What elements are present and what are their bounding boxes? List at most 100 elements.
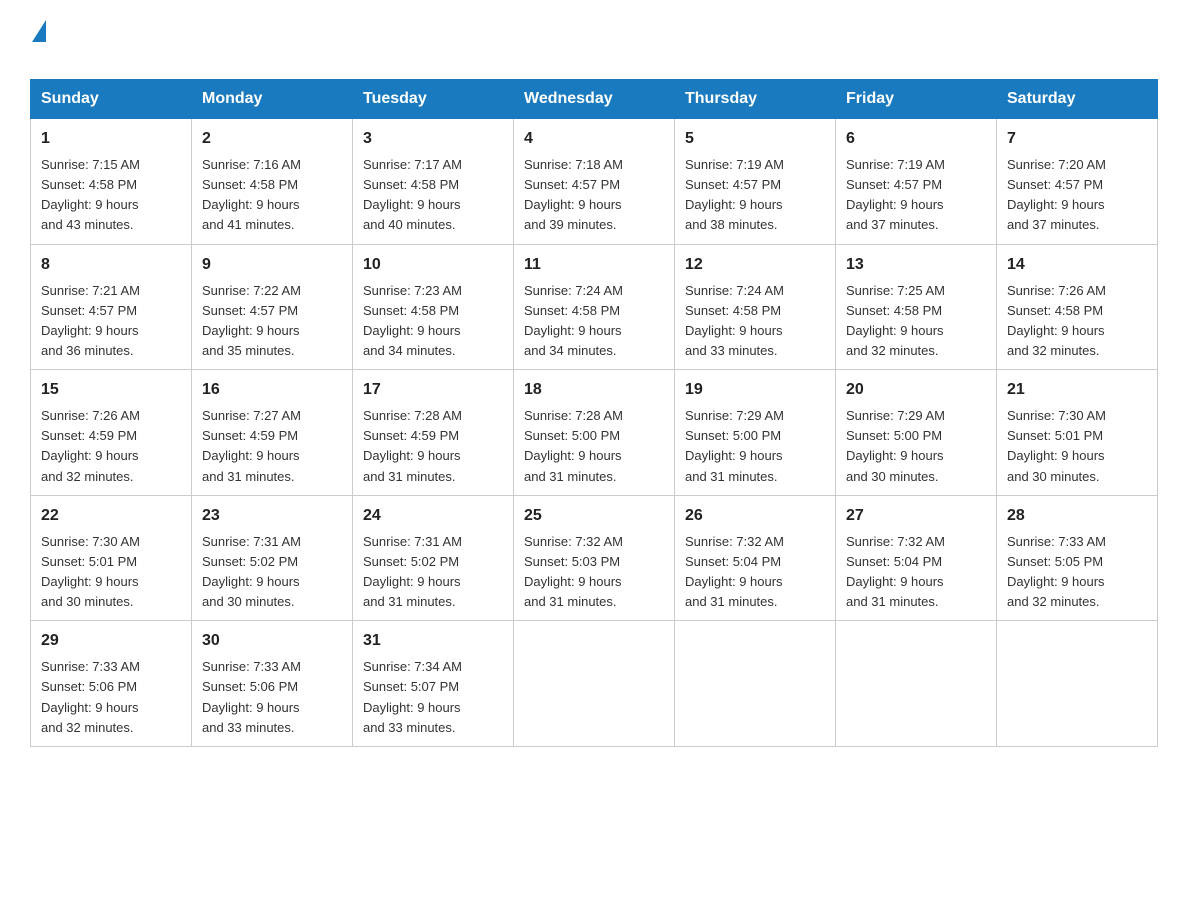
day-info: Sunrise: 7:27 AMSunset: 4:59 PMDaylight:… — [202, 406, 342, 487]
day-info: Sunrise: 7:26 AMSunset: 4:59 PMDaylight:… — [41, 406, 181, 487]
day-number: 15 — [41, 378, 181, 402]
calendar-cell: 23 Sunrise: 7:31 AMSunset: 5:02 PMDayligh… — [192, 495, 353, 621]
logo-text — [30, 20, 46, 42]
col-header-tuesday: Tuesday — [353, 80, 514, 119]
day-number: 27 — [846, 504, 986, 528]
day-number: 26 — [685, 504, 825, 528]
calendar-cell: 4 Sunrise: 7:18 AMSunset: 4:57 PMDaylight… — [514, 119, 675, 245]
calendar-cell: 11 Sunrise: 7:24 AMSunset: 4:58 PMDayligh… — [514, 244, 675, 370]
calendar-cell: 31Sunrise: 7:34 AMSunset: 5:07 PMDayligh… — [353, 621, 514, 747]
day-info: Sunrise: 7:19 AMSunset: 4:57 PMDaylight:… — [846, 155, 986, 236]
calendar-cell: 2 Sunrise: 7:16 AMSunset: 4:58 PMDaylight… — [192, 119, 353, 245]
day-info: Sunrise: 7:29 AMSunset: 5:00 PMDaylight:… — [846, 406, 986, 487]
day-number: 17 — [363, 378, 503, 402]
calendar-table: SundayMondayTuesdayWednesdayThursdayFrid… — [30, 79, 1158, 747]
calendar-cell: 12 Sunrise: 7:24 AMSunset: 4:58 PMDayligh… — [675, 244, 836, 370]
calendar-cell: 26Sunrise: 7:32 AMSunset: 5:04 PMDayligh… — [675, 495, 836, 621]
day-number: 9 — [202, 253, 342, 277]
day-info: Sunrise: 7:15 AMSunset: 4:58 PMDaylight:… — [41, 155, 181, 236]
day-number: 2 — [202, 127, 342, 151]
day-number: 31 — [363, 629, 503, 653]
logo — [30, 20, 46, 63]
day-number: 8 — [41, 253, 181, 277]
calendar-week-row: 29 Sunrise: 7:33 AMSunset: 5:06 PMDayligh… — [31, 621, 1158, 747]
calendar-cell: 25Sunrise: 7:32 AMSunset: 5:03 PMDayligh… — [514, 495, 675, 621]
day-info: Sunrise: 7:28 AMSunset: 5:00 PMDaylight:… — [524, 406, 664, 487]
calendar-week-row: 1 Sunrise: 7:15 AMSunset: 4:58 PMDaylight… — [31, 119, 1158, 245]
calendar-cell: 20 Sunrise: 7:29 AMSunset: 5:00 PMDayligh… — [836, 370, 997, 496]
day-number: 11 — [524, 253, 664, 277]
day-number: 21 — [1007, 378, 1147, 402]
calendar-cell: 29 Sunrise: 7:33 AMSunset: 5:06 PMDayligh… — [31, 621, 192, 747]
calendar-cell: 14 Sunrise: 7:26 AMSunset: 4:58 PMDayligh… — [997, 244, 1158, 370]
calendar-cell: 3 Sunrise: 7:17 AMSunset: 4:58 PMDaylight… — [353, 119, 514, 245]
day-number: 7 — [1007, 127, 1147, 151]
day-info: Sunrise: 7:26 AMSunset: 4:58 PMDaylight:… — [1007, 281, 1147, 362]
day-number: 4 — [524, 127, 664, 151]
day-number: 13 — [846, 253, 986, 277]
day-info: Sunrise: 7:30 AMSunset: 5:01 PMDaylight:… — [41, 532, 181, 613]
calendar-cell: 10 Sunrise: 7:23 AMSunset: 4:58 PMDayligh… — [353, 244, 514, 370]
day-info: Sunrise: 7:29 AMSunset: 5:00 PMDaylight:… — [685, 406, 825, 487]
calendar-cell: 8Sunrise: 7:21 AMSunset: 4:57 PMDaylight… — [31, 244, 192, 370]
day-number: 6 — [846, 127, 986, 151]
day-number: 29 — [41, 629, 181, 653]
calendar-cell — [997, 621, 1158, 747]
day-info: Sunrise: 7:22 AMSunset: 4:57 PMDaylight:… — [202, 281, 342, 362]
calendar-cell: 18Sunrise: 7:28 AMSunset: 5:00 PMDayligh… — [514, 370, 675, 496]
calendar-header-row: SundayMondayTuesdayWednesdayThursdayFrid… — [31, 80, 1158, 119]
day-number: 3 — [363, 127, 503, 151]
col-header-monday: Monday — [192, 80, 353, 119]
calendar-cell — [836, 621, 997, 747]
calendar-cell — [675, 621, 836, 747]
calendar-cell — [514, 621, 675, 747]
day-number: 24 — [363, 504, 503, 528]
day-info: Sunrise: 7:18 AMSunset: 4:57 PMDaylight:… — [524, 155, 664, 236]
calendar-cell: 15 Sunrise: 7:26 AMSunset: 4:59 PMDayligh… — [31, 370, 192, 496]
calendar-cell: 13Sunrise: 7:25 AMSunset: 4:58 PMDayligh… — [836, 244, 997, 370]
day-info: Sunrise: 7:32 AMSunset: 5:04 PMDaylight:… — [846, 532, 986, 613]
page-header — [30, 20, 1158, 63]
calendar-cell: 6 Sunrise: 7:19 AMSunset: 4:57 PMDaylight… — [836, 119, 997, 245]
day-number: 12 — [685, 253, 825, 277]
day-info: Sunrise: 7:17 AMSunset: 4:58 PMDaylight:… — [363, 155, 503, 236]
day-info: Sunrise: 7:33 AMSunset: 5:05 PMDaylight:… — [1007, 532, 1147, 613]
day-number: 16 — [202, 378, 342, 402]
col-header-sunday: Sunday — [31, 80, 192, 119]
day-number: 30 — [202, 629, 342, 653]
day-number: 1 — [41, 127, 181, 151]
day-info: Sunrise: 7:33 AMSunset: 5:06 PMDaylight:… — [41, 657, 181, 738]
calendar-cell: 5 Sunrise: 7:19 AMSunset: 4:57 PMDaylight… — [675, 119, 836, 245]
calendar-cell: 9 Sunrise: 7:22 AMSunset: 4:57 PMDaylight… — [192, 244, 353, 370]
calendar-cell: 28 Sunrise: 7:33 AMSunset: 5:05 PMDayligh… — [997, 495, 1158, 621]
col-header-saturday: Saturday — [997, 80, 1158, 119]
day-number: 19 — [685, 378, 825, 402]
calendar-cell: 21 Sunrise: 7:30 AMSunset: 5:01 PMDayligh… — [997, 370, 1158, 496]
day-number: 20 — [846, 378, 986, 402]
logo-triangle-icon — [32, 20, 46, 42]
day-info: Sunrise: 7:28 AMSunset: 4:59 PMDaylight:… — [363, 406, 503, 487]
day-number: 14 — [1007, 253, 1147, 277]
calendar-week-row: 15 Sunrise: 7:26 AMSunset: 4:59 PMDayligh… — [31, 370, 1158, 496]
day-number: 23 — [202, 504, 342, 528]
calendar-cell: 24Sunrise: 7:31 AMSunset: 5:02 PMDayligh… — [353, 495, 514, 621]
calendar-cell: 7Sunrise: 7:20 AMSunset: 4:57 PMDaylight… — [997, 119, 1158, 245]
day-info: Sunrise: 7:24 AMSunset: 4:58 PMDaylight:… — [524, 281, 664, 362]
calendar-cell: 30Sunrise: 7:33 AMSunset: 5:06 PMDayligh… — [192, 621, 353, 747]
day-number: 5 — [685, 127, 825, 151]
day-number: 10 — [363, 253, 503, 277]
day-number: 28 — [1007, 504, 1147, 528]
day-number: 22 — [41, 504, 181, 528]
day-info: Sunrise: 7:24 AMSunset: 4:58 PMDaylight:… — [685, 281, 825, 362]
day-info: Sunrise: 7:30 AMSunset: 5:01 PMDaylight:… — [1007, 406, 1147, 487]
day-info: Sunrise: 7:32 AMSunset: 5:03 PMDaylight:… — [524, 532, 664, 613]
col-header-thursday: Thursday — [675, 80, 836, 119]
day-info: Sunrise: 7:19 AMSunset: 4:57 PMDaylight:… — [685, 155, 825, 236]
day-info: Sunrise: 7:31 AMSunset: 5:02 PMDaylight:… — [202, 532, 342, 613]
day-info: Sunrise: 7:23 AMSunset: 4:58 PMDaylight:… — [363, 281, 503, 362]
calendar-cell: 17 Sunrise: 7:28 AMSunset: 4:59 PMDayligh… — [353, 370, 514, 496]
calendar-cell: 16 Sunrise: 7:27 AMSunset: 4:59 PMDayligh… — [192, 370, 353, 496]
day-info: Sunrise: 7:16 AMSunset: 4:58 PMDaylight:… — [202, 155, 342, 236]
calendar-cell: 19 Sunrise: 7:29 AMSunset: 5:00 PMDayligh… — [675, 370, 836, 496]
calendar-week-row: 22 Sunrise: 7:30 AMSunset: 5:01 PMDayligh… — [31, 495, 1158, 621]
